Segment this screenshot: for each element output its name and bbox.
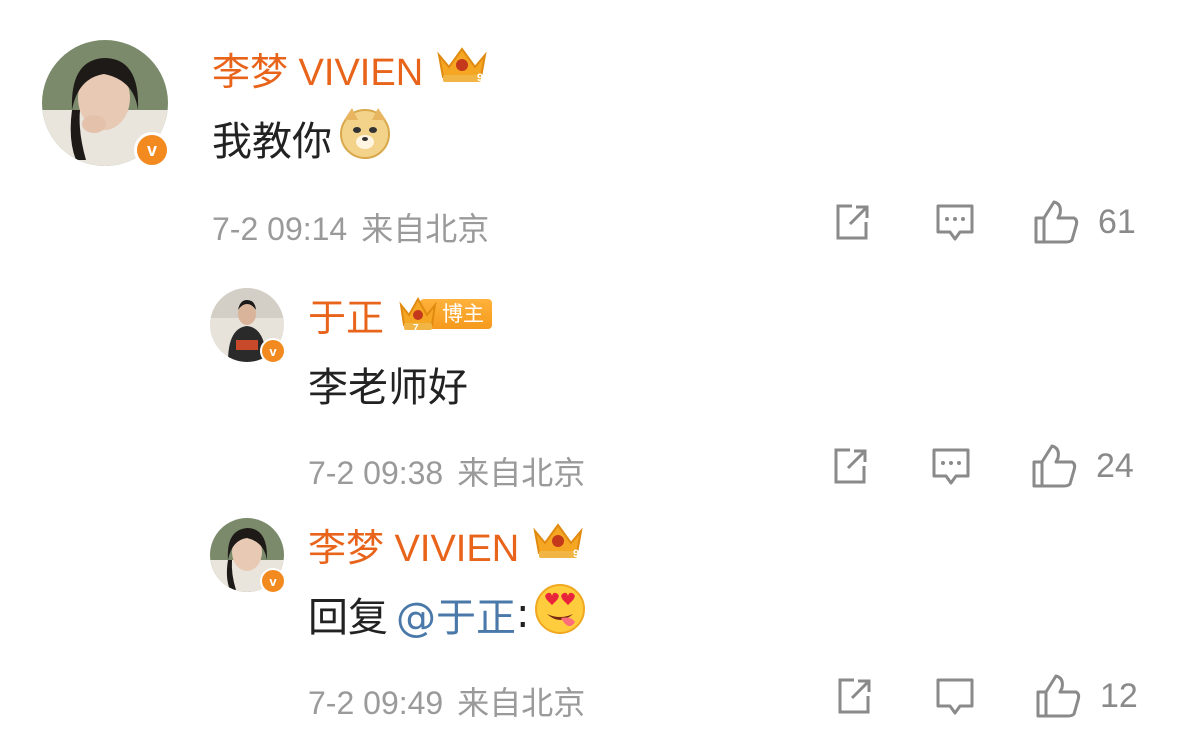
comment-text: 回复 @于正 : (308, 584, 587, 643)
svg-text:9: 9 (477, 72, 483, 84)
like-count: 12 (1100, 676, 1138, 715)
timestamp: 7-2 09:38 (308, 455, 444, 491)
share-icon (834, 448, 867, 484)
comment-text: 我教你 (212, 108, 392, 166)
share-icon (836, 204, 869, 240)
verified-icon: v (134, 132, 170, 168)
verified-icon: v (260, 568, 286, 594)
share-button[interactable] (832, 202, 872, 242)
reply-button[interactable] (934, 202, 976, 244)
reply-icon (932, 448, 970, 485)
comment-meta: 7-2 09:38 来自北京 (308, 448, 585, 494)
comment-meta: 7-2 09:49 来自北京 (308, 678, 585, 724)
like-button[interactable]: 61 (1032, 198, 1136, 246)
username[interactable]: 李梦 VIVIEN 9 (308, 517, 587, 571)
like-button[interactable]: 12 (1034, 672, 1138, 720)
username[interactable]: 李梦 VIVIEN 9 (212, 41, 491, 95)
timestamp: 7-2 09:14 (212, 211, 348, 247)
avatar[interactable]: v (210, 288, 286, 364)
reply-button[interactable] (930, 446, 972, 488)
comment-meta: 7-2 09:14 来自北京 (212, 204, 489, 250)
like-button[interactable]: 24 (1030, 442, 1134, 490)
blogger-badge: 7 博主 (398, 296, 493, 333)
like-count: 61 (1098, 202, 1136, 241)
like-icon (1036, 674, 1081, 718)
like-count: 24 (1096, 446, 1134, 485)
username[interactable]: 于正 7 博主 (308, 290, 493, 340)
svg-text:7: 7 (413, 323, 419, 333)
share-button[interactable] (834, 676, 874, 716)
avatar[interactable]: v (42, 40, 170, 168)
avatar[interactable]: v (210, 518, 286, 594)
heart-eyes-tongue-emoji (533, 582, 587, 646)
doge-emoji (338, 106, 392, 170)
location: 来自北京 (361, 211, 490, 247)
crown-icon: 9 (433, 41, 491, 95)
crown-icon: 7 (399, 296, 437, 333)
location: 来自北京 (457, 685, 586, 721)
verified-icon: v (260, 338, 286, 364)
like-icon (1034, 200, 1079, 244)
comment-text: 李老师好 (308, 365, 468, 411)
reply-button[interactable] (934, 676, 976, 718)
svg-text:9: 9 (573, 548, 579, 560)
reply-icon (936, 204, 974, 241)
share-icon (838, 678, 871, 714)
share-button[interactable] (830, 446, 870, 486)
mention-link[interactable]: @于正 (396, 585, 516, 643)
timestamp: 7-2 09:49 (308, 685, 444, 721)
like-icon (1032, 444, 1077, 488)
reply-icon (936, 678, 974, 715)
location: 来自北京 (457, 455, 586, 491)
crown-icon: 9 (529, 517, 587, 571)
